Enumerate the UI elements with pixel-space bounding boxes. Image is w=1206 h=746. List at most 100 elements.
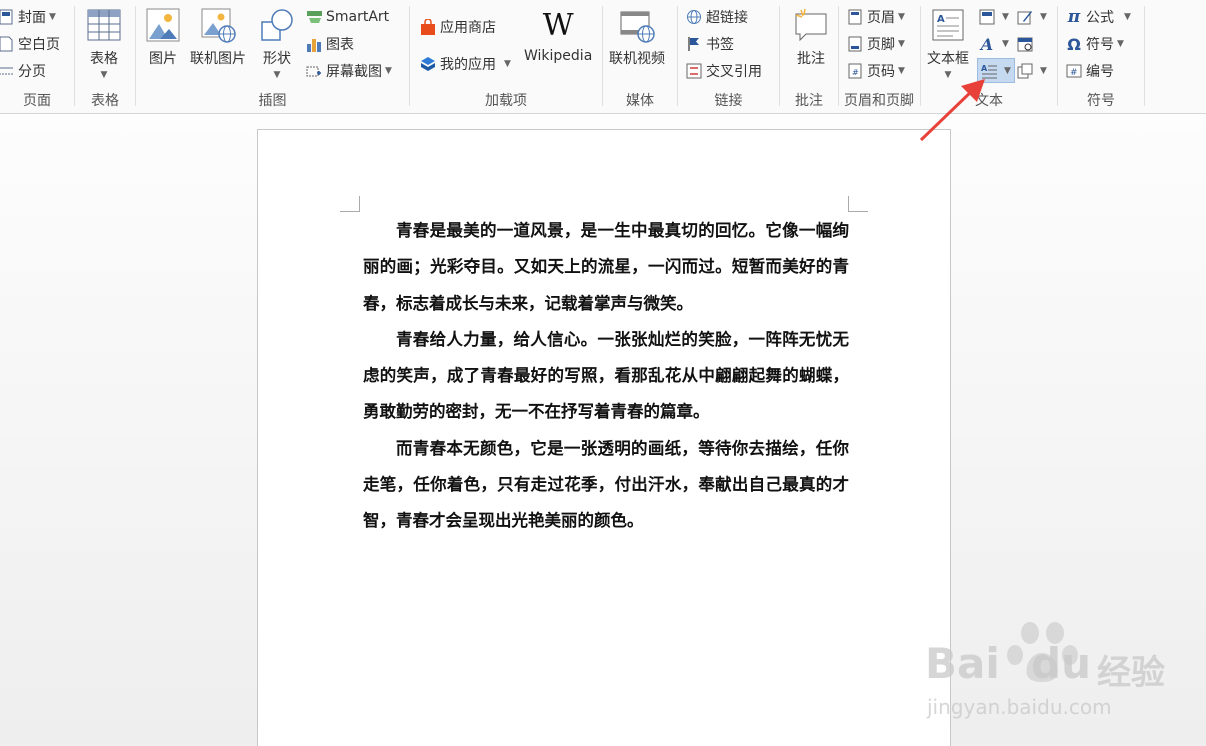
my-apps-button[interactable]: 我的应用 ▼	[420, 53, 511, 75]
ribbon: 封面 ▼ 空白页 分页 页面 表格 ▼ 表格 图片 联机图片 形状 ▼ Smar…	[0, 0, 1206, 114]
watermark-url: jingyan.baidu.com	[927, 695, 1112, 719]
blank-page-button[interactable]: 空白页	[0, 33, 60, 55]
quick-parts-button[interactable]: ▼	[979, 6, 1009, 28]
smartart-button[interactable]: SmartArt	[306, 6, 389, 28]
smartart-label: SmartArt	[326, 9, 390, 25]
header-icon	[847, 9, 863, 25]
chart-icon	[306, 36, 322, 52]
page-break-button[interactable]: 分页	[0, 60, 46, 82]
cover-page-button[interactable]: 封面 ▼	[0, 6, 56, 28]
my-apps-icon	[420, 56, 436, 72]
shapes-label: 形状	[263, 51, 291, 67]
svg-text:#: #	[852, 68, 859, 77]
chevron-down-icon: ▼	[898, 12, 905, 22]
page-number-button[interactable]: # 页码 ▼	[847, 60, 905, 82]
cover-page-icon	[0, 9, 14, 25]
paragraph[interactable]: 青春是最美的一道风景，是一生中最真切的回忆。它像一幅绚丽的画；光彩夺目。又如天上…	[363, 213, 849, 322]
signature-line-button[interactable]: ▼	[1017, 6, 1047, 28]
omega-icon: Ω	[1067, 34, 1081, 54]
store-icon	[420, 19, 436, 35]
bookmark-button[interactable]: 书签	[686, 33, 734, 55]
shapes-icon	[258, 6, 296, 44]
document-body[interactable]: 青春是最美的一道风景，是一生中最真切的回忆。它像一幅绚丽的画；光彩夺目。又如天上…	[363, 213, 849, 540]
store-label: 应用商店	[440, 20, 496, 36]
cross-reference-button[interactable]: 交叉引用	[686, 60, 762, 82]
page-break-label: 分页	[18, 64, 46, 80]
group-label-pages: 页面	[23, 93, 51, 109]
chevron-down-icon: ▼	[1002, 39, 1009, 49]
footer-icon	[847, 36, 863, 52]
text-box-label: 文本框	[927, 51, 969, 67]
smartart-icon	[306, 9, 322, 25]
cross-reference-label: 交叉引用	[706, 64, 762, 80]
shapes-button[interactable]: 形状 ▼	[258, 6, 296, 80]
online-video-icon	[618, 6, 656, 44]
divider	[1144, 6, 1145, 106]
wikipedia-button[interactable]: W Wikipedia	[524, 6, 593, 65]
wikipedia-label: Wikipedia	[524, 48, 593, 64]
blank-page-icon	[0, 36, 14, 52]
chevron-down-icon: ▼	[385, 66, 392, 76]
text-box-button[interactable]: A 文本框 ▼	[927, 6, 969, 80]
group-comments: 批注 批注	[780, 0, 838, 114]
online-video-button[interactable]: 联机视频	[609, 6, 665, 68]
chart-label: 图表	[326, 37, 354, 53]
table-label: 表格	[90, 51, 118, 67]
watermark-cn: 经验	[1097, 653, 1165, 693]
wordart-icon: A	[980, 34, 994, 54]
picture-label: 图片	[149, 51, 177, 67]
equation-button[interactable]: π 公式 ▼	[1066, 6, 1131, 28]
svg-text:A: A	[981, 64, 988, 73]
group-symbols: π 公式 ▼ Ω 符号 ▼ # 编号 符号	[1058, 0, 1144, 114]
my-apps-label: 我的应用	[440, 57, 496, 73]
store-button[interactable]: 应用商店	[420, 16, 496, 38]
chevron-down-icon: ▼	[504, 59, 511, 69]
date-time-button[interactable]	[1017, 33, 1037, 55]
picture-button[interactable]: 图片	[144, 6, 182, 68]
picture-icon	[144, 6, 182, 44]
cover-page-label: 封面	[18, 10, 46, 26]
watermark-brand-suffix: du	[1031, 639, 1091, 688]
number-button[interactable]: # 编号	[1066, 60, 1114, 82]
chevron-down-icon: ▼	[49, 12, 56, 22]
footer-button[interactable]: 页脚 ▼	[847, 33, 905, 55]
pi-icon: π	[1067, 7, 1081, 27]
symbol-button[interactable]: Ω 符号 ▼	[1066, 33, 1124, 55]
table-icon	[85, 6, 123, 44]
baidu-watermark: Bai du 经验 jingyan.baidu.com	[925, 615, 1185, 725]
margin-corner-mark	[848, 196, 868, 212]
margin-corner-mark	[340, 196, 360, 212]
number-icon: #	[1066, 63, 1082, 79]
paragraph[interactable]: 而青春本无颜色，它是一张透明的画纸，等待你去描绘，任你走笔，任你着色，只有走过花…	[363, 431, 849, 540]
hyperlink-label: 超链接	[706, 10, 748, 26]
paragraph[interactable]: 青春给人力量，给人信心。一张张灿烂的笑脸，一阵阵无忧无虑的笑声，成了青春最好的写…	[363, 322, 849, 431]
comment-label: 批注	[797, 51, 825, 67]
svg-text:#: #	[1070, 68, 1078, 78]
online-picture-label: 联机图片	[190, 51, 246, 67]
watermark-brand: Bai	[925, 639, 1000, 688]
quick-parts-icon	[979, 9, 995, 25]
svg-text:A: A	[937, 14, 945, 25]
group-illustrations: 图片 联机图片 形状 ▼ SmartArt 图表 屏幕截图 ▼ 插图	[136, 0, 409, 114]
equation-label: 公式	[1086, 10, 1114, 26]
group-label-table: 表格	[91, 93, 119, 109]
signature-line-icon	[1017, 9, 1033, 25]
chevron-down-icon: ▼	[1040, 12, 1047, 22]
bookmark-icon	[686, 36, 702, 52]
online-picture-button[interactable]: 联机图片	[190, 6, 246, 68]
object-button[interactable]: ▼	[1017, 60, 1047, 82]
wordart-button[interactable]: A ▼	[979, 33, 1009, 55]
hyperlink-icon	[686, 9, 702, 25]
page-break-icon	[0, 63, 14, 79]
chevron-down-icon: ▼	[1124, 12, 1131, 22]
group-media: 联机视频 媒体	[603, 0, 677, 114]
header-button[interactable]: 页眉 ▼	[847, 6, 905, 28]
hyperlink-button[interactable]: 超链接	[686, 6, 748, 28]
online-video-label: 联机视频	[609, 51, 665, 67]
wikipedia-icon: W	[542, 7, 574, 43]
table-button[interactable]: 表格 ▼	[85, 6, 123, 80]
screenshot-button[interactable]: 屏幕截图 ▼	[306, 60, 392, 82]
comment-button[interactable]: 批注	[792, 6, 830, 68]
number-label: 编号	[1086, 64, 1114, 80]
chart-button[interactable]: 图表	[306, 33, 354, 55]
